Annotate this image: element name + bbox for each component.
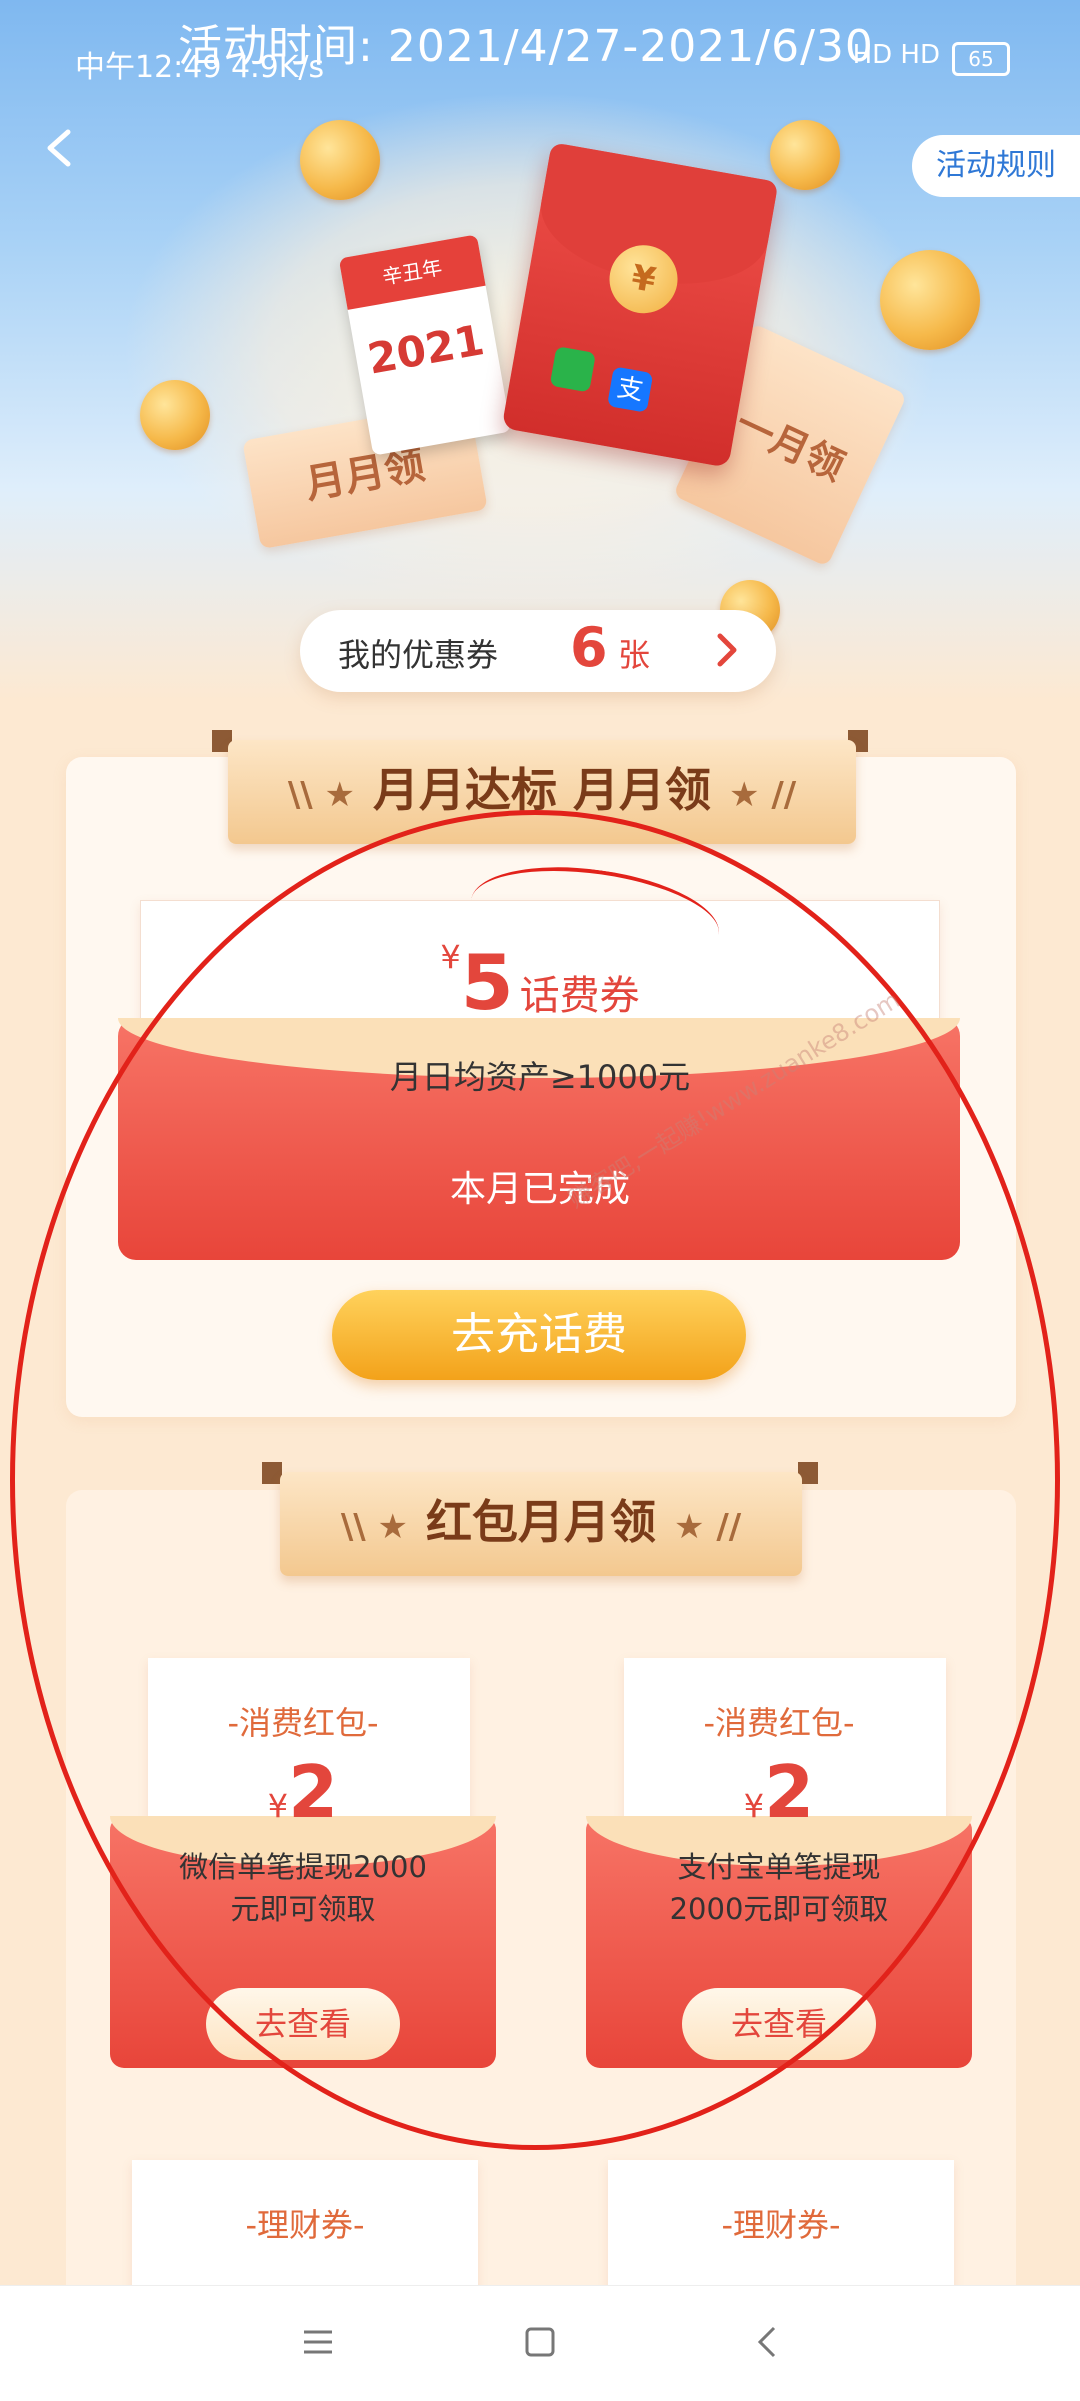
section-title-banner: \\ ★ 月月达标 月月领 ★ // [228,740,856,844]
alipay-icon: 支 [606,366,654,413]
section-title: 红包月月领 [426,1495,656,1549]
packet-title: -消费红包- [703,1704,855,1742]
status-time: 中午12:49 4.9K/s [75,50,325,85]
packet-amount: ¥2 [743,1750,815,1834]
wechat-pay-icon [549,346,596,393]
coupon-condition: 月日均资产≥1000元 [389,1058,691,1096]
packet-desc: 微信单笔提现2000 元即可领取 [179,1850,427,1926]
home-square-icon[interactable] [520,2322,560,2362]
chevron-left-icon[interactable] [40,128,80,168]
section-title: 月月达标 月月领 [372,763,711,817]
back-icon[interactable] [748,2322,788,2362]
status-bar: 中午12:49 4.9K/s HD HD 65 [0,30,1080,90]
view-button[interactable]: 去查看 [206,1988,400,2060]
signal-icon: HD HD [852,40,940,70]
packet-amount: ¥2 [267,1750,339,1834]
section-title-banner: \\ ★ 红包月月领 ★ // [280,1472,802,1576]
coupon-status: 本月已完成 [449,1169,630,1210]
system-nav-bar [0,2285,1080,2401]
hero-banner: 月月领 一月领 辛丑年 2021 ¥ 支 活动时间: 2021/4/27-2021… [0,0,1080,700]
my-coupons-button[interactable]: 我的优惠券 6 张 [300,610,776,692]
packet-title: -消费红包- [227,1704,379,1742]
finance-coupon-card[interactable]: -理财券- [132,2160,478,2300]
finance-coupon-card[interactable]: -理财券- [608,2160,954,2300]
menu-icon[interactable] [298,2322,338,2362]
finance-coupon-title: -理财券- [721,2206,841,2244]
coupon-amount: ¥5 话费券 [440,938,640,1027]
packet-desc: 支付宝单笔提现 2000元即可领取 [669,1850,889,1926]
coin-icon [140,380,210,450]
finance-coupon-title: -理财券- [245,2206,365,2244]
red-packet-alipay: -消费红包- ¥2 支付宝单笔提现 2000元即可领取 去查看 [586,1658,972,2068]
red-packet-wechat: -消费红包- ¥2 微信单笔提现2000 元即可领取 去查看 [110,1658,496,2068]
chevron-right-icon [717,633,737,667]
coin-icon [300,120,380,200]
banner-tab [262,1462,282,1484]
view-button[interactable]: 去查看 [682,1988,876,2060]
recharge-button[interactable]: 去充话费 [332,1290,746,1380]
coin-icon [880,250,980,350]
coupons-count: 6 [570,616,608,679]
coupons-label: 我的优惠券 [338,636,499,674]
battery-icon: 65 [952,42,1010,76]
rules-button[interactable]: 活动规则 [912,135,1080,197]
coin-icon [770,120,840,190]
coupons-unit: 张 [618,636,651,674]
